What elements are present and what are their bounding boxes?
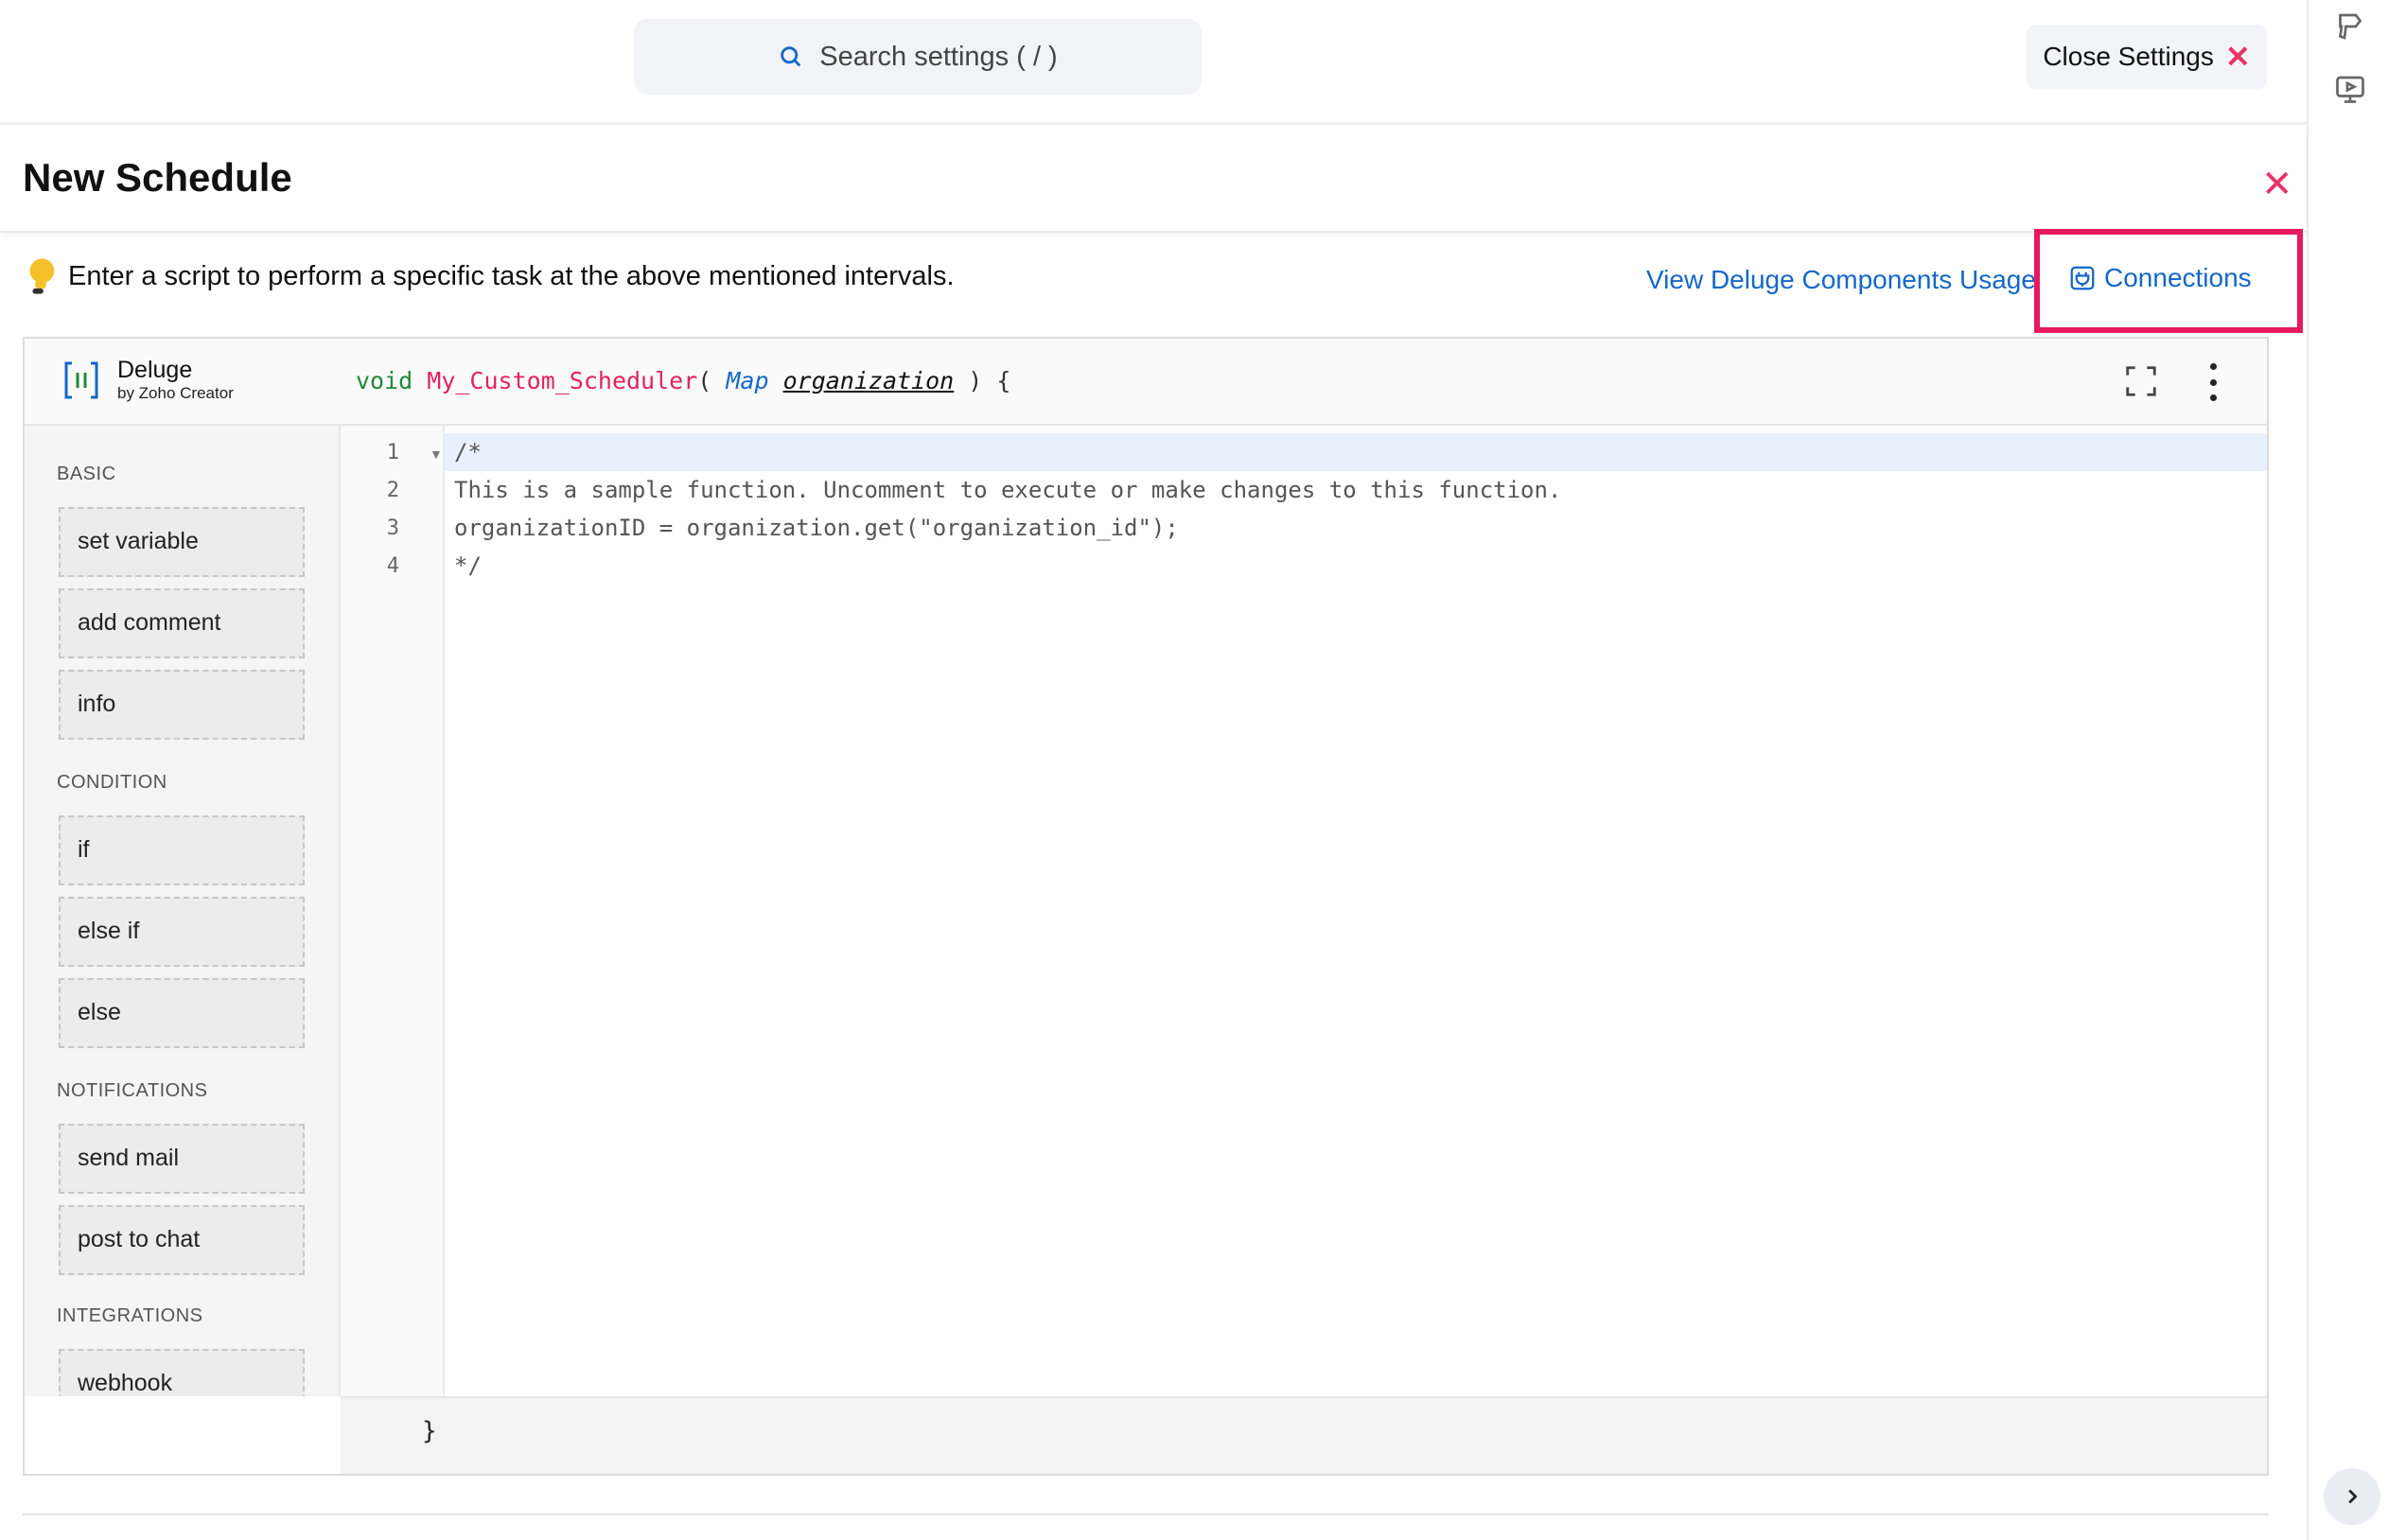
line-number: 3 xyxy=(386,516,399,540)
fold-toggle-icon[interactable]: ▼ xyxy=(430,446,443,462)
function-signature: void My_Custom_Scheduler( Map organizati… xyxy=(356,367,1010,394)
brand-name: Deluge xyxy=(117,357,193,384)
palette-item-else-if[interactable]: else if xyxy=(59,897,305,967)
palette-item-webhook[interactable]: webhook xyxy=(59,1349,305,1396)
search-placeholder: Search settings ( / ) xyxy=(819,41,1058,72)
line-number: 2 xyxy=(386,479,399,502)
close-settings-button[interactable]: Close Settings ✕ xyxy=(2027,25,2267,89)
section-label-integrations: INTEGRATIONS xyxy=(57,1305,203,1326)
close-icon: ✕ xyxy=(2224,40,2251,74)
line-number-gutter: 1 ▼ 2 3 4 xyxy=(342,426,445,1396)
feedback-icon[interactable] xyxy=(2333,9,2367,44)
more-vertical-icon[interactable] xyxy=(2206,363,2220,401)
right-rail xyxy=(2307,0,2388,1540)
code-line[interactable]: /* xyxy=(454,439,482,465)
deluge-brand: Deluge by Zoho Creator xyxy=(59,358,234,403)
palette-item-set-variable[interactable]: set variable xyxy=(59,507,305,577)
brand-subtitle: by Zoho Creator xyxy=(117,383,234,402)
expand-rail-button[interactable] xyxy=(2324,1468,2380,1525)
param-name[interactable]: organization xyxy=(783,367,955,394)
line-number: 4 xyxy=(386,554,399,578)
divider xyxy=(23,1514,2269,1515)
search-icon xyxy=(781,46,801,67)
palette-item-add-comment[interactable]: add comment xyxy=(59,588,305,658)
param-type: Map xyxy=(726,367,769,394)
hint-row: Enter a script to perform a specific tas… xyxy=(26,257,955,295)
plug-icon xyxy=(2070,266,2095,290)
palette-item-send-mail[interactable]: send mail xyxy=(59,1124,305,1194)
search-settings-bar[interactable]: Search settings ( / ) xyxy=(634,19,1202,95)
palette-item-post-to-chat[interactable]: post to chat xyxy=(59,1205,305,1275)
close-settings-label: Close Settings xyxy=(2043,42,2214,71)
chevron-right-icon xyxy=(2348,1489,2358,1504)
code-line[interactable]: */ xyxy=(454,552,482,579)
editor-toolbar: Deluge by Zoho Creator void My_Custom_Sc… xyxy=(25,339,2267,426)
lightbulb-icon xyxy=(29,258,55,294)
palette-item-else[interactable]: else xyxy=(59,978,305,1048)
code-line[interactable]: This is a sample function. Uncomment to … xyxy=(454,477,1561,503)
deluge-editor: Deluge by Zoho Creator void My_Custom_Sc… xyxy=(23,337,2269,1476)
close-panel-button[interactable]: ✕ xyxy=(2261,163,2293,206)
code-area[interactable]: /* This is a sample function. Uncomment … xyxy=(445,426,2267,1396)
connections-label: Connections xyxy=(2104,263,2252,292)
palette-item-info[interactable]: info xyxy=(59,670,305,740)
editor-footer: } xyxy=(341,1396,2267,1474)
section-label-notifications: NOTIFICATIONS xyxy=(57,1080,208,1101)
code-line[interactable]: organizationID = organization.get("organ… xyxy=(454,515,1179,541)
section-label-basic: BASIC xyxy=(57,464,116,484)
active-line-highlight xyxy=(445,433,2267,471)
section-label-condition: CONDITION xyxy=(57,772,167,793)
page-title: New Schedule xyxy=(23,155,292,200)
fullscreen-icon[interactable] xyxy=(2123,363,2159,399)
function-name: My_Custom_Scheduler xyxy=(427,367,698,394)
task-palette: BASIC set variable add comment info COND… xyxy=(25,426,341,1396)
closing-brace: } xyxy=(422,1417,437,1445)
palette-item-if[interactable]: if xyxy=(59,815,305,885)
deluge-logo-icon xyxy=(64,361,98,399)
view-deluge-usage-link[interactable]: View Deluge Components Usage xyxy=(1646,265,2036,295)
settings-header: Search settings ( / ) Close Settings ✕ xyxy=(0,0,2307,125)
return-type: void xyxy=(356,367,413,394)
signature-close: ) { xyxy=(954,367,1011,394)
palette-footer xyxy=(25,1396,341,1474)
connections-link[interactable]: Connections xyxy=(2068,263,2252,293)
signature-open: ( xyxy=(697,367,727,394)
hint-text: Enter a script to perform a specific tas… xyxy=(68,260,955,291)
line-number: 1 xyxy=(386,441,399,464)
video-tutorial-icon[interactable] xyxy=(2333,72,2367,106)
panel-header: New Schedule ✕ xyxy=(0,129,2307,233)
